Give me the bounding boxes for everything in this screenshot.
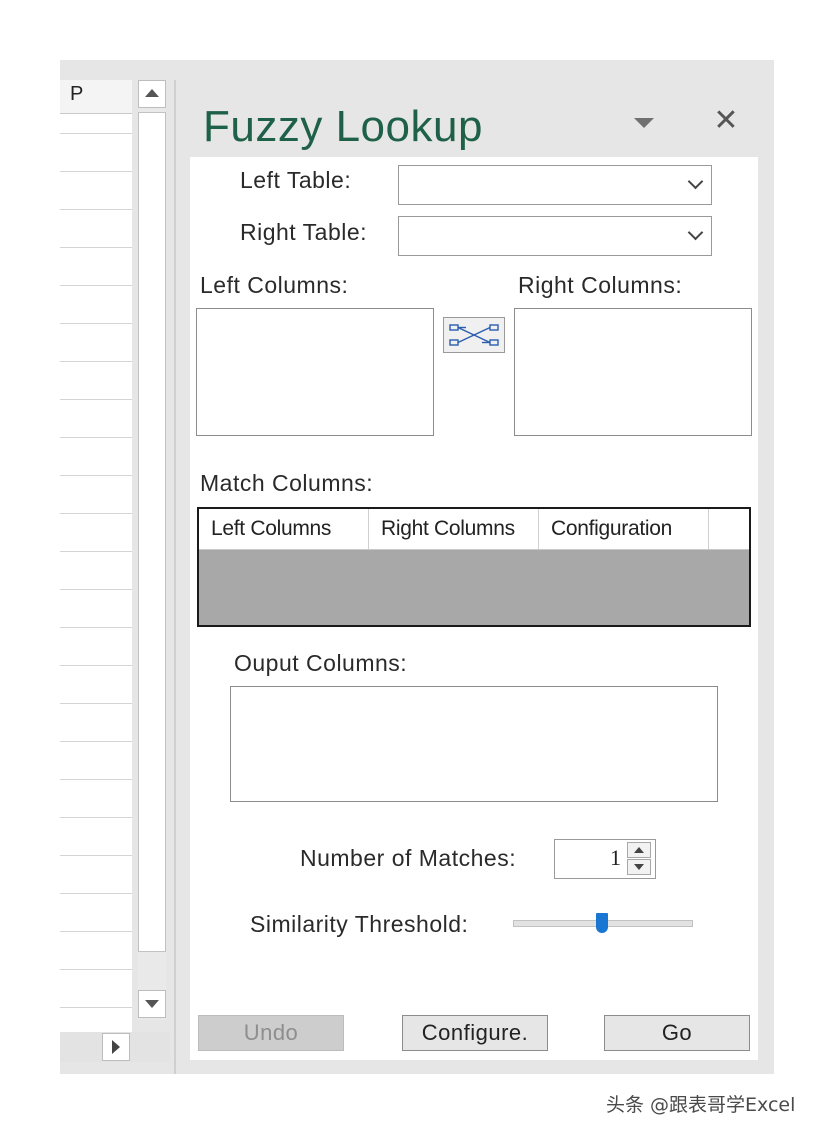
grid-col-left-columns[interactable]: Left Columns <box>199 509 369 549</box>
grid-col-configuration[interactable]: Configuration <box>539 509 709 549</box>
row-gridline <box>60 399 132 400</box>
arrow-up-icon <box>145 89 159 97</box>
scroll-down-button[interactable] <box>138 990 166 1018</box>
right-table-select[interactable] <box>398 216 712 256</box>
scroll-right-button[interactable] <box>102 1033 130 1061</box>
left-columns-list[interactable] <box>196 308 434 436</box>
row-gridline <box>60 437 132 438</box>
chevron-down-icon <box>687 224 704 241</box>
row-gridline <box>60 703 132 704</box>
column-header-label: P <box>70 83 84 105</box>
left-table-select[interactable] <box>398 165 712 205</box>
number-of-matches-value[interactable]: 1 <box>610 845 621 871</box>
row-gridline <box>60 969 132 970</box>
number-of-matches-label: Number of Matches: <box>300 845 517 871</box>
row-gridline <box>60 779 132 780</box>
close-icon[interactable]: ✕ <box>712 104 740 138</box>
grid-col-right-columns[interactable]: Right Columns <box>369 509 539 549</box>
row-gridline <box>60 627 132 628</box>
chevron-down-icon <box>687 173 704 190</box>
map-columns-button[interactable] <box>443 317 505 353</box>
number-of-matches-stepper[interactable]: 1 <box>554 839 656 879</box>
app-frame: P Fuzzy Lookup ✕ Left Table: Right Table… <box>60 60 774 1074</box>
row-gridline <box>60 931 132 932</box>
right-columns-label: Right Columns: <box>518 272 683 298</box>
pane-options-icon[interactable] <box>634 118 656 132</box>
column-header-p[interactable]: P <box>60 80 132 114</box>
fuzzy-lookup-pane: Left Table: Right Table: Left Columns: R… <box>190 157 758 1060</box>
row-gridline <box>60 475 132 476</box>
undo-button[interactable]: Undo <box>198 1015 344 1051</box>
configure-button[interactable]: Configure. <box>402 1015 548 1051</box>
watermark: 头条 @跟表哥学Excel <box>606 1094 796 1116</box>
scrollbar-thumb[interactable] <box>138 112 166 952</box>
row-gridline <box>60 323 132 324</box>
slider-thumb[interactable] <box>596 913 608 933</box>
similarity-threshold-slider[interactable] <box>513 909 693 939</box>
row-gridline <box>60 741 132 742</box>
connect-columns-icon <box>449 324 499 346</box>
arrow-down-icon <box>145 1000 159 1008</box>
pane-divider[interactable] <box>174 80 176 1074</box>
stepper-buttons <box>627 842 653 876</box>
similarity-threshold-label: Similarity Threshold: <box>250 911 469 937</box>
right-columns-list[interactable] <box>514 308 752 436</box>
row-gridline <box>60 589 132 590</box>
scroll-up-button[interactable] <box>138 80 166 108</box>
row-gridline <box>60 1007 132 1008</box>
left-table-label: Left Table: <box>240 167 352 193</box>
row-gridline <box>60 133 132 134</box>
row-gridline <box>60 171 132 172</box>
match-columns-grid[interactable]: Left Columns Right Columns Configuration <box>197 507 751 627</box>
left-columns-label: Left Columns: <box>200 272 349 298</box>
pane-title: Fuzzy Lookup <box>203 102 483 151</box>
row-gridline <box>60 247 132 248</box>
row-gridline <box>60 285 132 286</box>
go-button[interactable]: Go <box>604 1015 750 1051</box>
grid-col-filler <box>709 509 749 549</box>
arrow-right-icon <box>112 1040 120 1054</box>
match-columns-label: Match Columns: <box>200 470 374 496</box>
output-columns-list[interactable] <box>230 686 718 802</box>
row-gridline <box>60 551 132 552</box>
right-table-label: Right Table: <box>240 219 368 245</box>
row-gridline <box>60 665 132 666</box>
row-gridline <box>60 361 132 362</box>
match-grid-header: Left Columns Right Columns Configuration <box>199 509 749 550</box>
row-gridline <box>60 893 132 894</box>
stepper-down-icon[interactable] <box>627 859 651 875</box>
row-gridline <box>60 817 132 818</box>
row-gridline <box>60 855 132 856</box>
row-gridline <box>60 209 132 210</box>
vertical-scrollbar[interactable] <box>138 80 166 1020</box>
stepper-up-icon[interactable] <box>627 842 651 858</box>
spreadsheet-grid[interactable]: P <box>60 80 132 1032</box>
row-gridline <box>60 513 132 514</box>
output-columns-label: Ouput Columns: <box>234 650 408 676</box>
